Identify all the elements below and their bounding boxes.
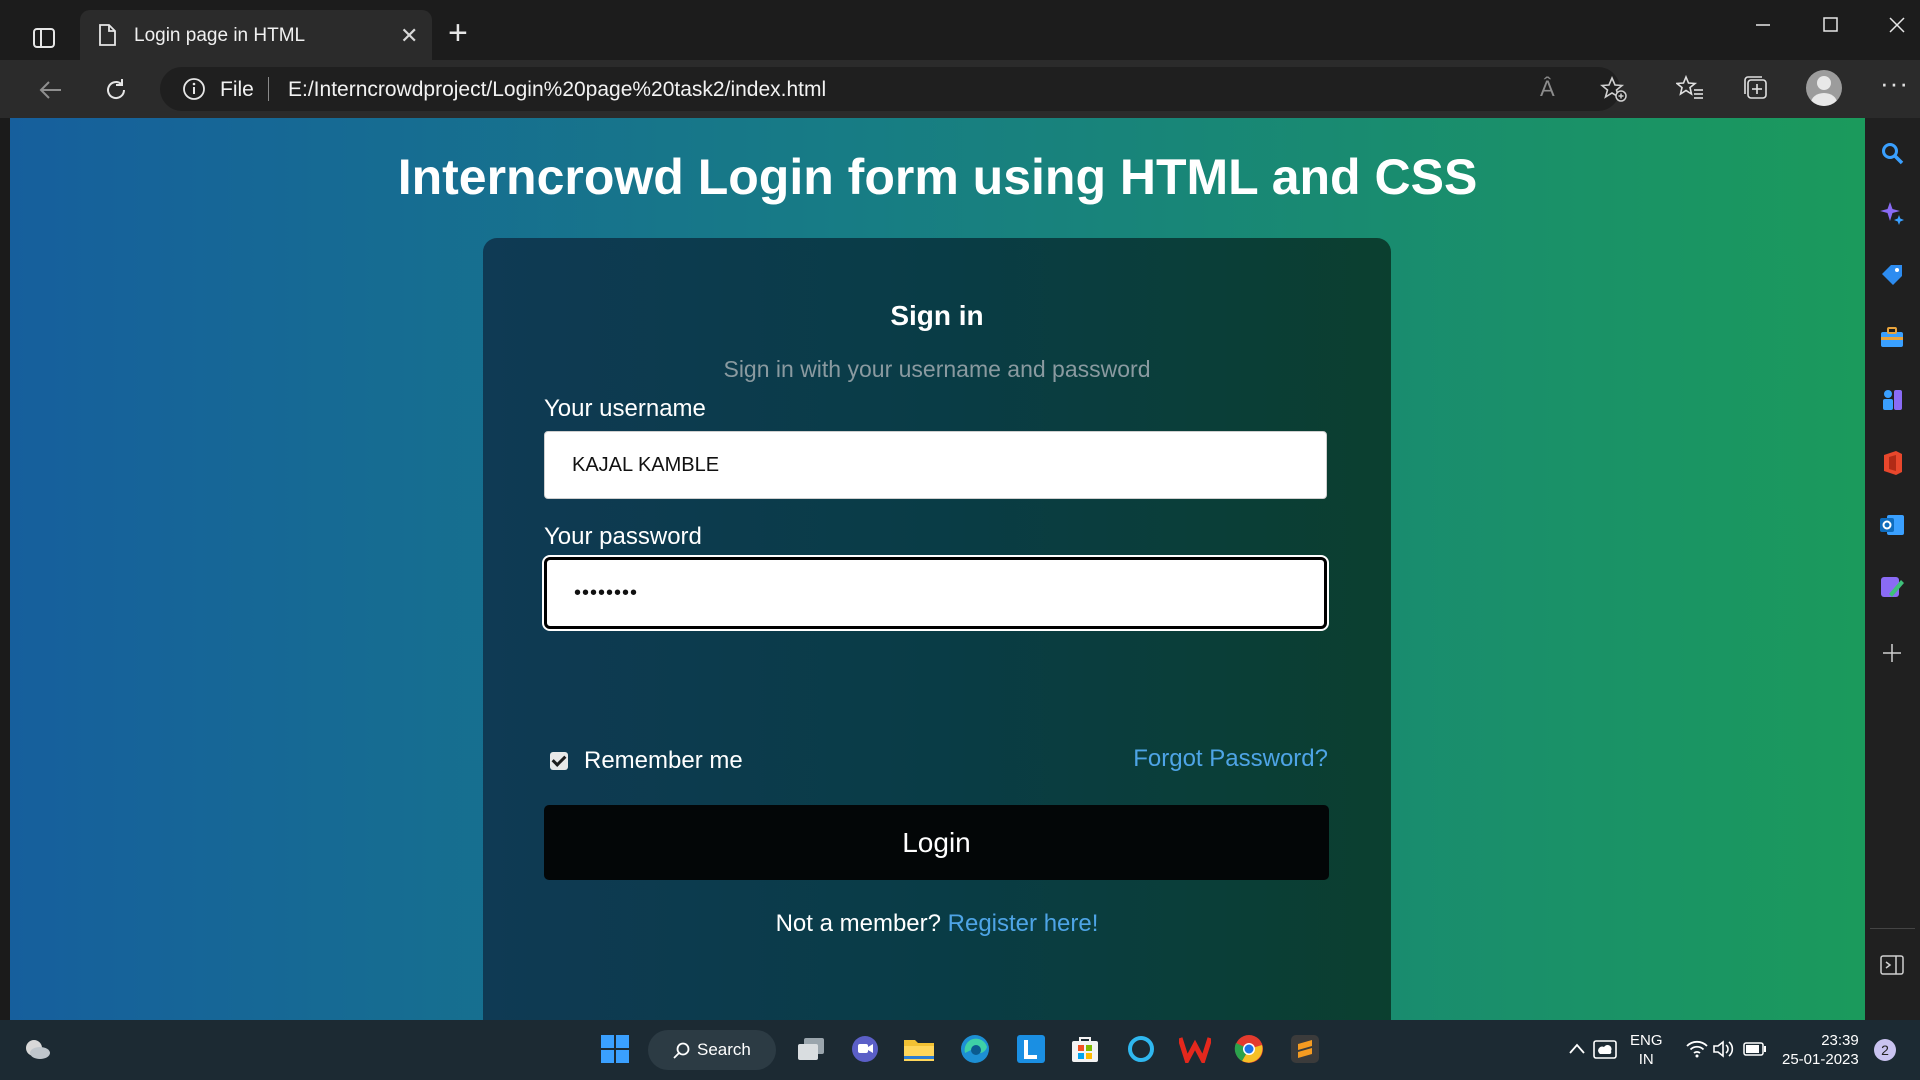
page-viewport: Interncrowd Login form using HTML and CS… bbox=[10, 118, 1865, 1020]
add-favorite-star-icon[interactable] bbox=[1599, 75, 1628, 108]
url-text[interactable]: E:/Interncrowdproject/Login%20page%20tas… bbox=[288, 78, 826, 102]
page-title: Interncrowd Login form using HTML and CS… bbox=[397, 149, 1478, 205]
read-aloud-icon[interactable]: Â bbox=[1540, 76, 1555, 102]
maximize-icon[interactable] bbox=[1822, 14, 1840, 40]
edge-browser-icon[interactable] bbox=[958, 1032, 992, 1066]
browser-toolbar: File E:/Interncrowdproject/Login%20page%… bbox=[0, 60, 1920, 118]
register-row: Not a member? Register here! bbox=[483, 910, 1391, 938]
office-icon[interactable] bbox=[1877, 448, 1907, 478]
tab-close-icon[interactable]: ✕ bbox=[400, 23, 418, 49]
favorites-list-icon[interactable] bbox=[1674, 74, 1704, 107]
edge-sidebar bbox=[1865, 118, 1920, 1020]
add-sidebar-app-icon[interactable] bbox=[1877, 638, 1907, 668]
microsoft-store-icon[interactable] bbox=[1068, 1032, 1102, 1066]
cortana-ring-icon[interactable] bbox=[1124, 1032, 1158, 1066]
remember-me-row: Remember me bbox=[550, 747, 743, 775]
login-card: Sign in Sign in with your username and p… bbox=[483, 238, 1391, 1020]
file-explorer-icon[interactable] bbox=[902, 1032, 936, 1066]
username-label: Your username bbox=[544, 395, 706, 422]
search-icon bbox=[673, 1041, 691, 1059]
minimize-icon[interactable] bbox=[1754, 14, 1772, 40]
discover-sparkle-icon[interactable] bbox=[1877, 198, 1907, 228]
windows-start-icon[interactable] bbox=[598, 1032, 632, 1066]
refresh-icon[interactable] bbox=[98, 72, 134, 108]
back-arrow-icon[interactable] bbox=[32, 72, 68, 108]
shopping-tag-icon[interactable] bbox=[1877, 260, 1907, 290]
sidebar-divider bbox=[1870, 928, 1915, 929]
games-chess-icon[interactable] bbox=[1877, 384, 1907, 414]
login-button[interactable]: Login bbox=[544, 805, 1329, 880]
password-input[interactable]: •••••••• bbox=[544, 557, 1327, 629]
card-title: Sign in bbox=[890, 300, 984, 331]
register-link[interactable]: Register here! bbox=[948, 910, 1099, 937]
profile-avatar-icon[interactable] bbox=[1806, 70, 1842, 106]
wps-office-icon[interactable] bbox=[1178, 1032, 1212, 1066]
weather-widget-icon[interactable] bbox=[20, 1032, 54, 1066]
language-indicator[interactable]: ENG IN bbox=[1630, 1031, 1663, 1069]
browser-title-bar: Login page in HTML ✕ + bbox=[0, 0, 1920, 62]
password-label: Your password bbox=[544, 523, 702, 550]
remember-me-label[interactable]: Remember me bbox=[584, 747, 743, 775]
clock[interactable]: 23:39 25-01-2023 bbox=[1782, 1031, 1859, 1069]
tab-title: Login page in HTML bbox=[134, 25, 306, 46]
search-icon[interactable] bbox=[1877, 138, 1907, 168]
chrome-browser-icon[interactable] bbox=[1232, 1032, 1266, 1066]
language-code: ENG bbox=[1630, 1032, 1663, 1049]
taskbar-search[interactable]: Search bbox=[648, 1030, 776, 1070]
username-input[interactable]: KAJAL KAMBLE bbox=[544, 431, 1327, 499]
collections-icon[interactable] bbox=[1742, 74, 1770, 107]
hide-sidebar-icon[interactable] bbox=[1877, 950, 1907, 980]
drop-edit-icon[interactable] bbox=[1877, 572, 1907, 602]
window-close-icon[interactable] bbox=[1888, 14, 1906, 40]
more-options-icon[interactable]: ··· bbox=[1880, 68, 1909, 99]
outlook-icon[interactable] bbox=[1877, 510, 1907, 540]
register-prompt: Not a member? bbox=[775, 910, 941, 937]
clock-date: 25-01-2023 bbox=[1782, 1051, 1859, 1068]
tab-actions-icon[interactable] bbox=[20, 18, 68, 58]
taskbar-search-label: Search bbox=[697, 1040, 751, 1059]
volume-icon[interactable] bbox=[1706, 1032, 1740, 1066]
site-info-icon[interactable] bbox=[182, 77, 206, 106]
new-tab-icon[interactable]: + bbox=[448, 14, 468, 53]
teams-chat-icon[interactable] bbox=[848, 1032, 882, 1066]
notification-badge[interactable]: 2 bbox=[1874, 1039, 1896, 1061]
page-document-icon bbox=[98, 24, 116, 52]
language-region: IN bbox=[1638, 1051, 1654, 1068]
url-separator bbox=[268, 77, 269, 101]
browser-tab-active[interactable]: Login page in HTML ✕ bbox=[80, 10, 432, 62]
tools-briefcase-icon[interactable] bbox=[1877, 322, 1907, 352]
battery-icon[interactable] bbox=[1738, 1032, 1772, 1066]
task-view-icon[interactable] bbox=[794, 1032, 828, 1066]
windows-taskbar: Search ENG IN 23:39 25-01-2023 2 bbox=[0, 1020, 1920, 1080]
card-subtitle: Sign in with your username and password bbox=[723, 356, 1151, 382]
sublime-text-icon[interactable] bbox=[1288, 1032, 1322, 1066]
url-scheme-label: File bbox=[220, 78, 254, 101]
onedrive-sync-icon[interactable] bbox=[1588, 1032, 1622, 1066]
forgot-password-link[interactable]: Forgot Password? bbox=[1133, 745, 1328, 773]
remember-me-checkbox[interactable] bbox=[550, 752, 568, 770]
l-app-icon[interactable] bbox=[1014, 1032, 1048, 1066]
address-bar[interactable]: File E:/Interncrowdproject/Login%20page%… bbox=[160, 67, 1627, 111]
clock-time: 23:39 bbox=[1821, 1032, 1859, 1049]
